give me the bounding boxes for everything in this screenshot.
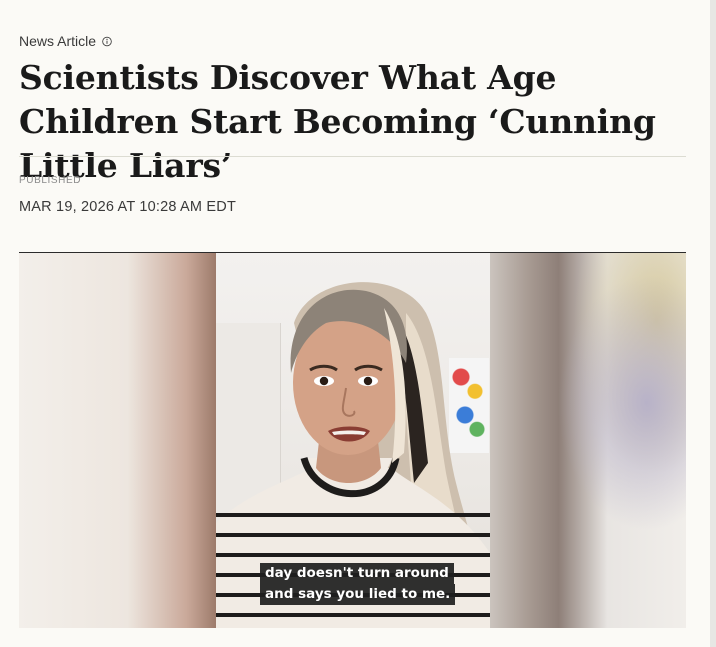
video-blur-left: [19, 253, 216, 628]
published-label: PUBLISHED: [19, 175, 82, 186]
title-divider: [19, 156, 686, 157]
article-type-label: News Article: [19, 33, 97, 49]
video-player[interactable]: day doesn't turn around and says you lie…: [19, 252, 686, 628]
video-blur-right: [490, 253, 686, 628]
info-circle-icon[interactable]: [102, 36, 112, 46]
caption-line-1: day doesn't turn around: [260, 563, 454, 584]
article-page: News Article Scientists Discover What Ag…: [0, 0, 716, 647]
published-date: MAR 19, 2026 AT 10:28 AM EDT: [19, 199, 237, 215]
article-title: Scientists Discover What Age Children St…: [19, 58, 656, 185]
caption-line-2: and says you lied to me.: [260, 584, 456, 605]
window-edge: [710, 0, 716, 647]
video-frame[interactable]: day doesn't turn around and says you lie…: [216, 253, 490, 628]
article-type-row: News Article: [19, 33, 112, 49]
video-caption: day doesn't turn around and says you lie…: [260, 563, 456, 605]
